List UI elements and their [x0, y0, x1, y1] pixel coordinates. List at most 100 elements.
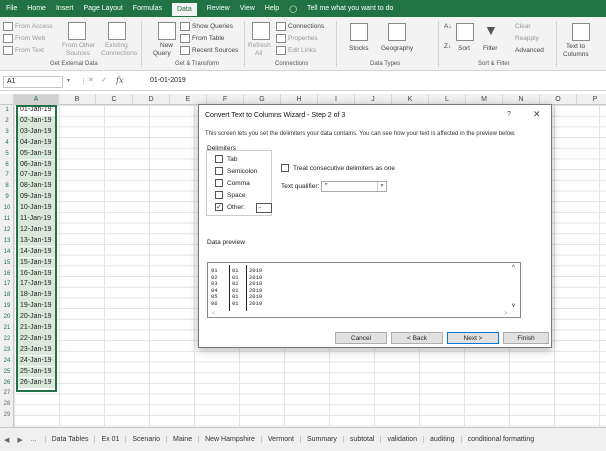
semicolon-label: Semicolon [227, 168, 258, 175]
formula-bar: A1 ▾ ⋮ ✕ ✓ fx 01-01-2019 [0, 73, 606, 91]
tab-file[interactable]: File [6, 5, 17, 12]
comma-label: Comma [227, 180, 250, 187]
column-header[interactable]: C [96, 94, 133, 105]
new-query-button[interactable]: New [160, 42, 173, 49]
properties-button[interactable]: Properties [288, 35, 318, 42]
sheet-tab-validation[interactable]: validation [380, 436, 423, 443]
sheet-tab-bar: ◀ ▶ ... Data Tables Ex 01 Scenario Maine… [0, 427, 606, 451]
sheet-tab-scenario[interactable]: Scenario [125, 436, 166, 443]
tab-data[interactable]: Data [171, 3, 197, 16]
scroll-left-icon[interactable]: < [212, 311, 216, 317]
text-to-columns-button[interactable]: Text to [566, 43, 585, 50]
close-icon[interactable]: ✕ [533, 109, 541, 120]
sheet-tab-ex-01[interactable]: Ex 01 [94, 436, 125, 443]
formula-input[interactable]: 01-01-2019 [150, 77, 186, 84]
help-icon[interactable]: ? [507, 111, 511, 118]
semicolon-checkbox[interactable] [215, 167, 223, 175]
comma-checkbox[interactable] [215, 179, 223, 187]
sheet-tab-subtotal[interactable]: subtotal [342, 436, 381, 443]
refresh-all-button[interactable]: Refresh [248, 42, 271, 49]
finish-button[interactable]: Finish [503, 332, 549, 344]
enter-icon[interactable]: ✓ [101, 76, 107, 84]
ribbon-divider [438, 21, 439, 67]
tab-view[interactable]: View [240, 5, 255, 12]
next-button[interactable]: Next > [447, 332, 499, 344]
sheet-tab-new-hampshire[interactable]: New Hampshire [198, 436, 261, 443]
space-checkbox[interactable] [215, 191, 223, 199]
cancel-icon[interactable]: ✕ [88, 76, 94, 84]
clear-button[interactable]: Clear [515, 23, 531, 30]
column-header[interactable]: A [14, 94, 59, 105]
more-sheets-icon[interactable]: ... [31, 436, 37, 443]
data-preview-box[interactable]: 01 01 2019 02 01 2019 03 01 2019 04 01 2019 05 01 2019… [207, 262, 521, 318]
recent-sources-button[interactable]: Recent Sources [192, 47, 238, 54]
sheet-tab-vermont[interactable]: Vermont [260, 436, 300, 443]
other-sources-icon [68, 22, 86, 40]
other-checkbox[interactable]: ✓ [215, 203, 223, 211]
ribbon-divider [141, 21, 142, 67]
other-delimiter-input[interactable]: - [256, 203, 272, 213]
sort-button[interactable]: Sort [458, 45, 470, 52]
preview-cell: 06 [211, 299, 218, 307]
tab-review[interactable]: Review [207, 5, 230, 12]
scroll-down-icon[interactable]: v [512, 303, 515, 309]
tab-home[interactable]: Home [27, 5, 46, 12]
row-header[interactable]: 28 [0, 399, 14, 410]
tell-me-search[interactable]: Tell me what you want to do [307, 5, 393, 12]
from-table-button[interactable]: From Table [192, 35, 224, 42]
selection-range [16, 105, 57, 392]
show-queries-button[interactable]: Show Queries [192, 23, 233, 30]
treat-consecutive-checkbox[interactable] [281, 164, 289, 172]
tab-insert[interactable]: Insert [56, 5, 74, 12]
tab-formulas[interactable]: Formulas [133, 5, 162, 12]
ribbon: From Access From Web From Text From Othe… [0, 17, 606, 71]
sheet-tab-conditional-formatting[interactable]: conditional formatting [460, 436, 541, 443]
from-other-sources-button[interactable]: From Other [62, 42, 95, 49]
group-label-get-external: Get External Data [50, 61, 98, 67]
cancel-button[interactable]: Cancel [335, 332, 387, 344]
column-break-line [246, 265, 247, 311]
function-icon[interactable]: fx [116, 76, 123, 85]
group-label-connections: Connections [275, 61, 309, 67]
reapply-button[interactable]: Reapply [515, 35, 539, 42]
next-sheet-icon[interactable]: ▶ [17, 436, 22, 444]
stocks-icon [350, 23, 368, 41]
prev-sheet-icon[interactable]: ◀ [4, 436, 9, 444]
from-access-button[interactable]: From Access [15, 23, 53, 30]
tab-label: Tab [227, 156, 238, 163]
sheet-tab-maine[interactable]: Maine [166, 436, 198, 443]
edit-links-button[interactable]: Edit Links [288, 47, 316, 54]
geography-button[interactable]: Geography [381, 45, 413, 52]
connections-button[interactable]: Connections [288, 23, 324, 30]
tab-help[interactable]: Help [265, 5, 279, 12]
tab-checkbox[interactable] [215, 155, 223, 163]
scroll-right-icon[interactable]: > [504, 311, 508, 317]
show-queries-icon [180, 22, 190, 31]
namebox-dropdown-icon[interactable]: ▾ [67, 77, 70, 84]
existing-connections-button[interactable]: Existing [105, 42, 128, 49]
dialog-description: This screen lets you set the delimiters … [205, 131, 516, 137]
from-web-button[interactable]: From Web [15, 35, 45, 42]
column-header[interactable]: D [133, 94, 170, 105]
filter-button[interactable]: Filter [483, 45, 497, 52]
column-header[interactable]: B [59, 94, 96, 105]
stocks-button[interactable]: Stocks [349, 45, 369, 52]
back-button[interactable]: < Back [391, 332, 443, 344]
from-text-button[interactable]: From Text [15, 47, 44, 54]
sheet-tab-auditing[interactable]: auditing [423, 436, 461, 443]
chevron-down-icon[interactable]: ▼ [377, 182, 386, 191]
properties-icon [276, 34, 286, 43]
advanced-button[interactable]: Advanced [515, 47, 544, 54]
select-all-corner[interactable] [0, 94, 14, 105]
row-header[interactable]: 29 [0, 410, 14, 421]
tab-page-layout[interactable]: Page Layout [83, 5, 122, 12]
column-header[interactable]: P [577, 94, 606, 105]
ribbon-divider [244, 21, 245, 67]
scroll-up-icon[interactable]: ^ [512, 265, 515, 271]
sheet-tab-data-tables[interactable]: Data Tables [44, 436, 95, 443]
sort-az-icon[interactable]: A↓ [444, 23, 452, 30]
sheet-tab-summary[interactable]: Summary [299, 436, 343, 443]
name-box[interactable]: A1 [3, 76, 63, 88]
sort-za-icon[interactable]: Z↓ [444, 43, 451, 50]
delimiters-group: Tab Semicolon Comma Space ✓ Other: - [206, 150, 272, 216]
